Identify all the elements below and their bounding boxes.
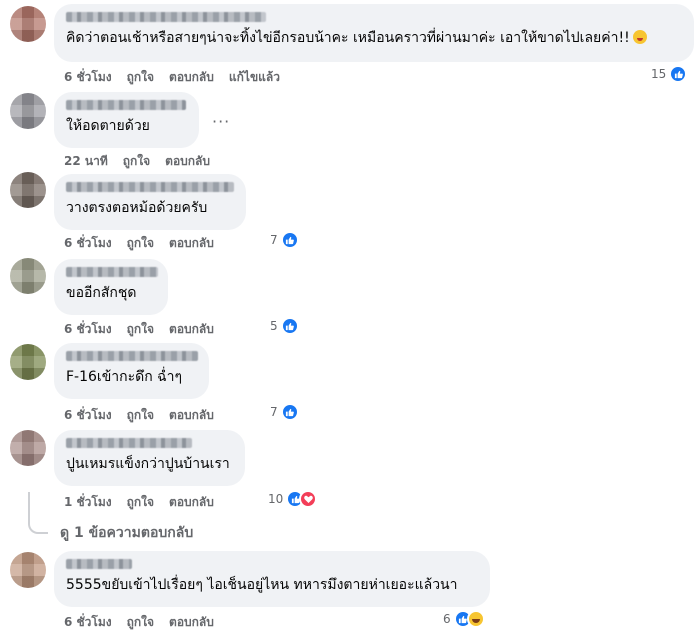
reply-button[interactable]: ตอบกลับ (169, 234, 214, 253)
like-reaction-icon (669, 65, 688, 83)
like-button[interactable]: ถูกใจ (127, 613, 154, 632)
comment-actions: 6 ชั่วโมง ถูกใจ ตอบกลับ (64, 613, 214, 632)
love-reaction-icon (299, 490, 318, 508)
comment-bubble: F-16เข้ากะดึก ฉ่ำๆ (54, 343, 209, 399)
avatar[interactable] (10, 552, 46, 588)
reaction-count[interactable]: 10 (268, 490, 318, 508)
reply-button[interactable]: ตอบกลับ (165, 152, 210, 171)
commenter-name-blurred[interactable] (66, 182, 234, 192)
reaction-count[interactable]: 5 (270, 317, 299, 335)
comment-bubble: ให้อดตายด้วย (54, 92, 199, 148)
comment-text: คิดว่าตอนเช้าหรือสายๆน่าจะทิ้งไข่อีกรอบน… (66, 29, 682, 47)
comment-actions: 22 นาที ถูกใจ ตอบกลับ (64, 152, 210, 171)
reply-button[interactable]: ตอบกลับ (169, 406, 214, 425)
timestamp[interactable]: 6 ชั่วโมง (64, 613, 112, 632)
reply-button[interactable]: ตอบกลับ (169, 613, 214, 632)
timestamp[interactable]: 22 นาที (64, 152, 108, 171)
reaction-count[interactable]: 6 (443, 610, 485, 628)
timestamp[interactable]: 6 ชั่วโมง (64, 234, 112, 253)
reaction-number: 7 (270, 233, 278, 247)
like-button[interactable]: ถูกใจ (127, 234, 154, 253)
comment-text: วางตรงตอหม้อด้วยครับ (66, 200, 208, 216)
comment-actions: 1 ชั่วโมง ถูกใจ ตอบกลับ (64, 493, 214, 512)
reply-button[interactable]: ตอบกลับ (169, 493, 214, 512)
reply-button[interactable]: ตอบกลับ (169, 68, 214, 87)
reaction-number: 7 (270, 405, 278, 419)
commenter-name-blurred[interactable] (66, 100, 186, 110)
timestamp[interactable]: 6 ชั่วโมง (64, 68, 112, 87)
reply-thread-line (28, 492, 48, 534)
like-reaction-icon (280, 403, 299, 421)
commenter-name-blurred[interactable] (66, 267, 158, 277)
comment-text: ขออีกสักชุด (66, 285, 137, 301)
reaction-number: 15 (651, 67, 667, 81)
like-reaction-icon (280, 231, 299, 249)
comment-actions: 6 ชั่วโมง ถูกใจ ตอบกลับ (64, 320, 214, 339)
avatar[interactable] (10, 172, 46, 208)
commenter-name-blurred[interactable] (66, 351, 198, 361)
reaction-count[interactable]: 7 (270, 231, 299, 249)
comment-bubble: 5555ขยับเข้าไปเรื่อยๆ ไอเช็นอยู่ไหน ทหาร… (54, 551, 490, 607)
reply-button[interactable]: ตอบกลับ (169, 320, 214, 339)
avatar[interactable] (10, 93, 46, 129)
comment-bubble: คิดว่าตอนเช้าหรือสายๆน่าจะทิ้งไข่อีกรอบน… (54, 4, 694, 62)
like-button[interactable]: ถูกใจ (127, 68, 154, 87)
like-button[interactable]: ถูกใจ (127, 493, 154, 512)
comment-text: 5555ขยับเข้าไปเรื่อยๆ ไอเช็นอยู่ไหน ทหาร… (66, 577, 458, 593)
comment-actions: 6 ชั่วโมง ถูกใจ ตอบกลับ แก้ไขแล้ว (64, 68, 280, 87)
like-button[interactable]: ถูกใจ (127, 320, 154, 339)
timestamp[interactable]: 6 ชั่วโมง (64, 320, 112, 339)
comment-actions: 6 ชั่วโมง ถูกใจ ตอบกลับ (64, 234, 214, 253)
commenter-name-blurred[interactable] (66, 438, 192, 448)
avatar[interactable] (10, 430, 46, 466)
reaction-number: 10 (268, 492, 284, 506)
commenter-name-blurred[interactable] (66, 559, 132, 569)
comment-actions: 6 ชั่วโมง ถูกใจ ตอบกลับ (64, 406, 214, 425)
timestamp[interactable]: 6 ชั่วโมง (64, 406, 112, 425)
more-dots-icon[interactable]: ··· (212, 112, 230, 131)
like-button[interactable]: ถูกใจ (127, 406, 154, 425)
reaction-count[interactable]: 15 (651, 65, 688, 83)
commenter-name-blurred[interactable] (66, 12, 266, 22)
haha-reaction-icon (466, 610, 485, 628)
avatar[interactable] (10, 258, 46, 294)
reaction-number: 6 (443, 612, 451, 626)
timestamp[interactable]: 1 ชั่วโมง (64, 493, 112, 512)
comment-text: ปูนเหมรแข็งกว่าปูนบ้านเรา (66, 456, 230, 472)
comment-bubble: ปูนเหมรแข็งกว่าปูนบ้านเรา (54, 430, 245, 486)
reaction-count[interactable]: 7 (270, 403, 299, 421)
comment-text: F-16เข้ากะดึก ฉ่ำๆ (66, 369, 183, 385)
view-replies-link[interactable]: ดู 1 ข้อความตอบกลับ (60, 522, 193, 544)
edited-label: แก้ไขแล้ว (228, 70, 280, 84)
reaction-number: 5 (270, 319, 278, 333)
tongue-emoji-icon (632, 30, 647, 44)
comment-bubble: ขออีกสักชุด (54, 259, 168, 315)
comment-text: ให้อดตายด้วย (66, 118, 150, 134)
like-button[interactable]: ถูกใจ (123, 152, 150, 171)
like-reaction-icon (280, 317, 299, 335)
avatar[interactable] (10, 344, 46, 380)
avatar[interactable] (10, 6, 46, 42)
comment-bubble: วางตรงตอหม้อด้วยครับ (54, 174, 246, 230)
